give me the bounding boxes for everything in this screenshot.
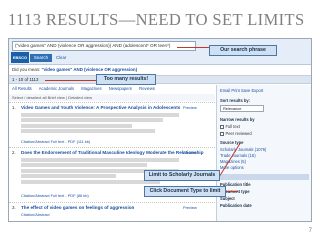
- full-text-limit[interactable]: Full text: [220, 124, 309, 129]
- sort-heading: Sort results by:: [220, 98, 251, 103]
- callout-too-many: Too many results!: [96, 74, 156, 85]
- page-number: 7: [308, 228, 312, 234]
- result-item: 3. The effect of video games on feelings…: [9, 202, 215, 221]
- callout-arrow: [226, 191, 238, 192]
- did-you-mean-suggestion[interactable]: "video games" AND (violence OR aggressio…: [42, 67, 138, 72]
- did-you-mean-prefix: Did you mean:: [12, 67, 41, 72]
- clear-link[interactable]: Clear: [56, 55, 66, 60]
- narrow-heading: Narrow results by: [220, 117, 255, 122]
- results-list: 1. Video Games and Youth Violence: A Pro…: [9, 102, 215, 221]
- result-count: 1 - 10 of 1113: [12, 77, 39, 82]
- divider-bar: [220, 174, 309, 180]
- results-sidebar: Email Print Save Export Sort results by:…: [216, 85, 311, 221]
- result-links[interactable]: Citation/Abstract Full text - PDF (111 k…: [21, 139, 90, 144]
- tab-magazines[interactable]: Magazines: [81, 86, 101, 91]
- result-number: 3.: [12, 205, 16, 210]
- view-options[interactable]: Select / deselect all Brief view | Detai…: [9, 94, 215, 101]
- sort-select[interactable]: Relevance: [220, 105, 264, 112]
- callout-arrow: [45, 80, 96, 81]
- result-number: 2.: [12, 150, 16, 155]
- tab-all-results[interactable]: All Results: [12, 86, 32, 91]
- result-links[interactable]: Citation/Abstract Full text - PDF (86 kb…: [21, 193, 89, 198]
- callout-arrow: [177, 47, 209, 48]
- result-title[interactable]: Video Games and Youth Violence: A Prospe…: [21, 105, 180, 110]
- peer-reviewed-limit[interactable]: Peer reviewed: [220, 131, 309, 136]
- peer-reviewed-label: Peer reviewed: [225, 131, 252, 136]
- callout-scholarly: Limit to Scholarly Journals: [144, 170, 220, 181]
- source-type-magazines[interactable]: Magazines (5): [220, 159, 309, 164]
- tab-reviews[interactable]: Reviews: [139, 86, 155, 91]
- tab-academic-journals[interactable]: Academic Journals: [39, 86, 74, 91]
- source-type-heading: Source type: [220, 140, 244, 145]
- result-number: 1.: [12, 105, 16, 110]
- callout-search-phrase: Our search phrase: [209, 45, 277, 56]
- full-text-label: Full text: [225, 124, 240, 129]
- checkbox-icon[interactable]: [220, 132, 224, 136]
- preview-link[interactable]: Preview: [183, 205, 197, 210]
- tab-newspapers[interactable]: Newspapers: [109, 86, 132, 91]
- email-link[interactable]: Email: [220, 88, 230, 93]
- source-type-more[interactable]: More options: [220, 165, 309, 170]
- search-button[interactable]: Search: [30, 54, 52, 62]
- preview-link[interactable]: Preview: [183, 105, 197, 110]
- save-link[interactable]: Save: [241, 88, 250, 93]
- result-links[interactable]: Citation/Abstract: [21, 212, 50, 217]
- checkbox-icon[interactable]: [220, 125, 224, 129]
- database-logo: EBSCO: [11, 52, 29, 63]
- export-link[interactable]: Export: [251, 88, 263, 93]
- did-you-mean: Did you mean: "video games" AND (violenc…: [9, 66, 311, 74]
- result-title[interactable]: The effect of video games on feelings of…: [21, 205, 134, 210]
- publication-date-heading[interactable]: Publication date: [220, 203, 309, 208]
- result-item: 1. Video Games and Youth Violence: A Pro…: [9, 102, 215, 146]
- result-abstract: [21, 111, 179, 135]
- preview-link[interactable]: Preview: [183, 150, 197, 155]
- slide-title: 1113 RESULTS—NEED TO SET LIMITS: [8, 10, 305, 29]
- result-tabs: All Results Academic Journals Magazines …: [9, 85, 215, 93]
- publication-title-heading[interactable]: Publication title: [220, 182, 309, 187]
- subject-heading[interactable]: Subject: [220, 196, 309, 201]
- sidebar-actions: Email Print Save Export: [220, 88, 309, 93]
- print-link[interactable]: Print: [231, 88, 239, 93]
- callout-doc-type: Click Document Type to limit: [144, 186, 226, 197]
- result-title[interactable]: Does the Endorsement of Traditional Masc…: [21, 150, 204, 155]
- database-screenshot: ("video games" AND (violence OR aggressi…: [8, 38, 312, 222]
- search-input[interactable]: ("video games" AND (violence OR aggressi…: [12, 41, 196, 51]
